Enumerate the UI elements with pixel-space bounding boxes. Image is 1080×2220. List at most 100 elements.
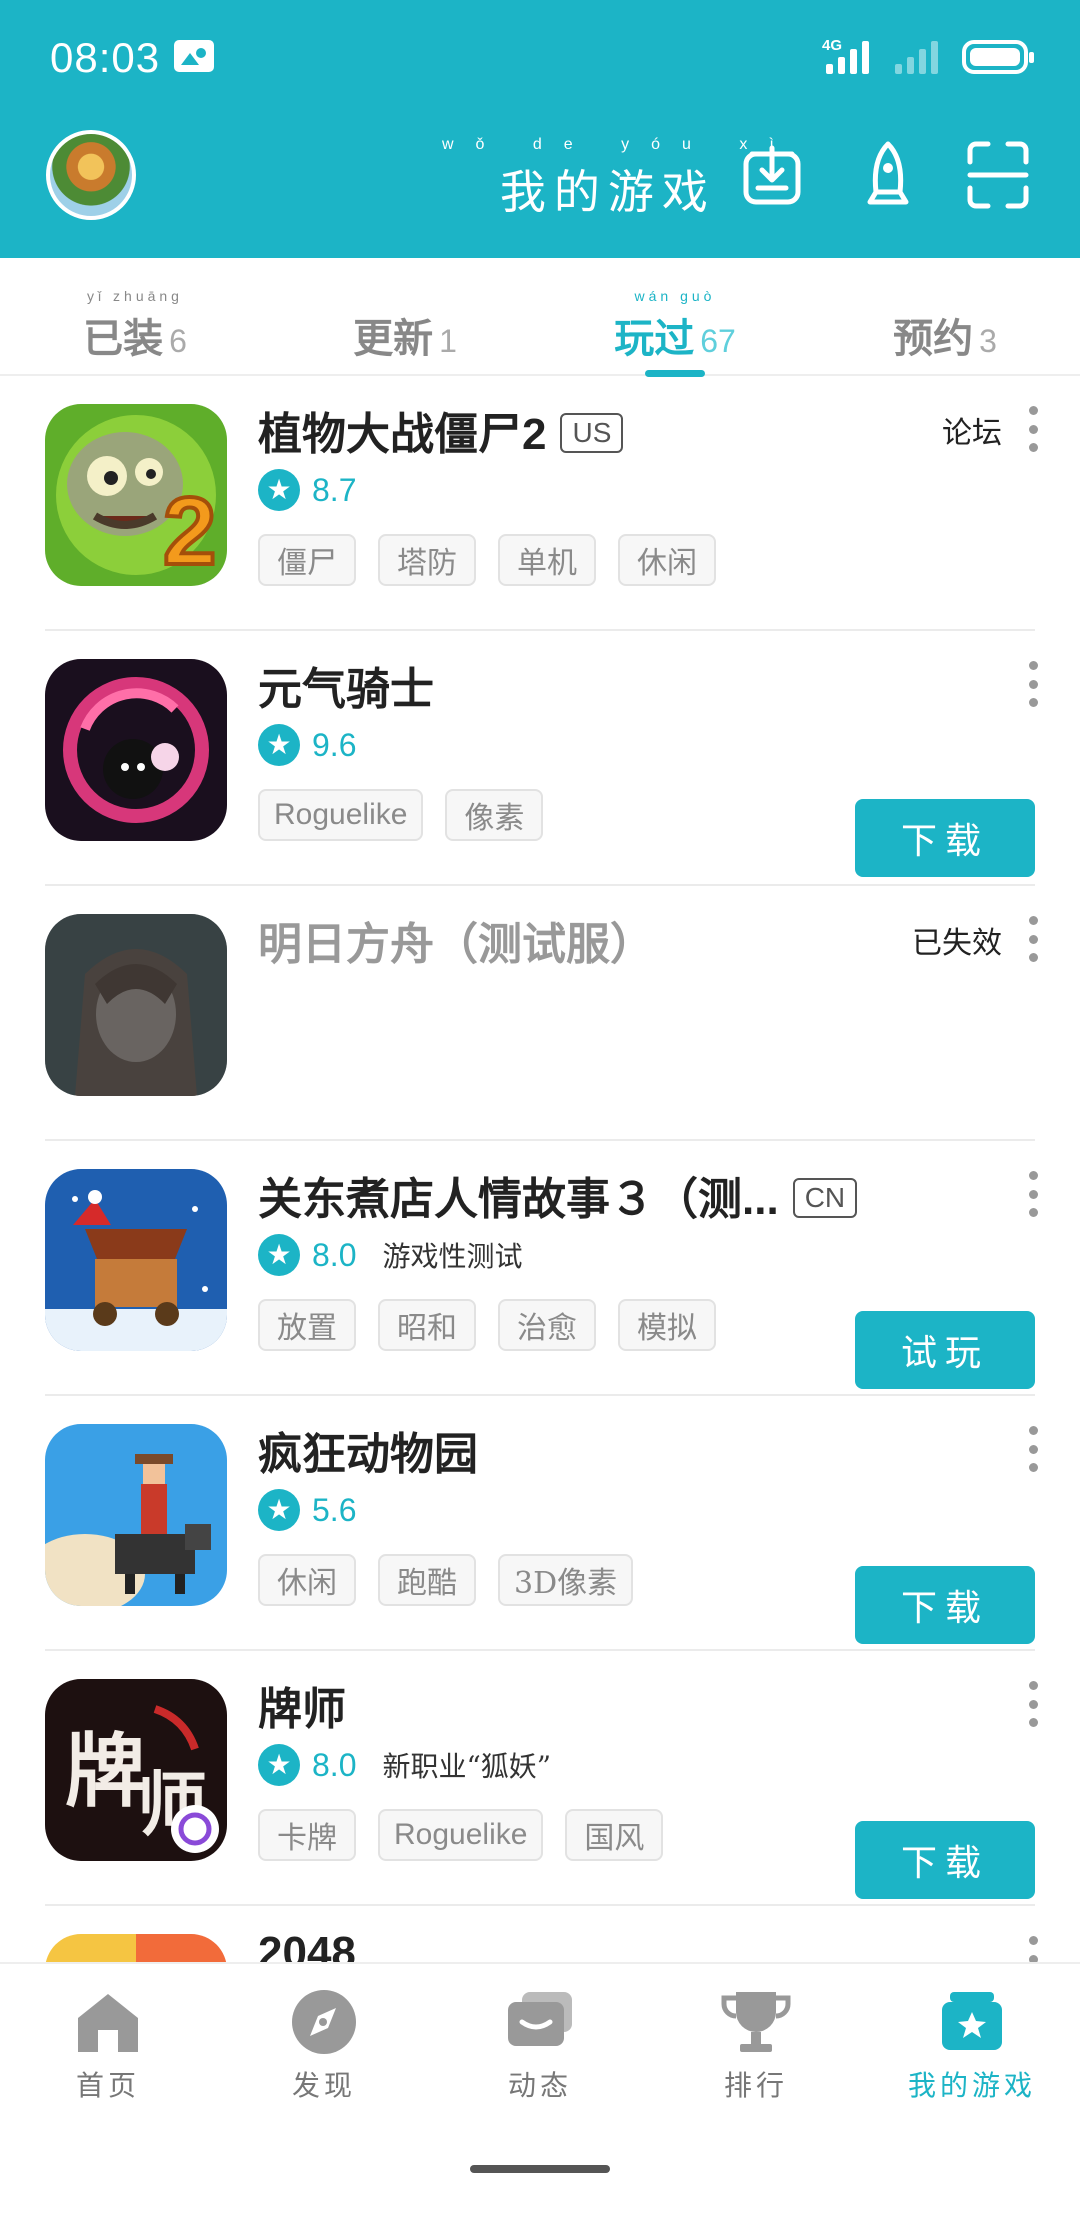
status-note: 游戏性测试 <box>382 1240 523 1273</box>
tag[interactable]: 3D像素 <box>498 1554 634 1606</box>
more-options-icon[interactable] <box>1028 1171 1038 1217</box>
expired-label: 已失效 <box>912 926 1002 961</box>
forum-link[interactable]: 论坛 <box>942 408 1002 452</box>
tab-updates[interactable]: 更新 1 <box>270 258 540 374</box>
compass-icon <box>292 1990 356 2054</box>
tag[interactable]: 僵尸 <box>258 534 356 586</box>
nav-ranking-label: 排行 <box>723 2069 788 2102</box>
download-button[interactable]: 下载 <box>855 1821 1035 1899</box>
app-name: 疯狂动物园 <box>258 1430 478 1479</box>
tag[interactable]: 治愈 <box>498 1299 596 1351</box>
screen: 08:03 4G wǒ de yóu xì 我的游戏 yǐ zhuāng 已装 … <box>0 0 1080 2220</box>
star-icon: ★ <box>258 1234 300 1276</box>
app-name: 2048 <box>258 1928 356 1962</box>
tab-played-count: 67 <box>700 323 736 359</box>
tab-reserved-label: 预约 <box>893 317 974 361</box>
avatar[interactable] <box>46 130 136 220</box>
app-name: 植物大战僵尸2 <box>258 410 547 459</box>
nav-feed[interactable]: 动态 <box>432 1988 648 2138</box>
nav-ranking[interactable]: 排行 <box>648 1988 864 2138</box>
list-item[interactable]: 元气骑士 ★ 9.6 Roguelike 像素 下载 <box>0 631 1080 886</box>
tag[interactable]: 放置 <box>258 1299 356 1351</box>
try-play-button[interactable]: 试玩 <box>855 1311 1035 1389</box>
tag-list: 休闲 跑酷 3D像素 <box>258 1554 634 1606</box>
rating-value: 9.6 <box>312 726 357 763</box>
list-item[interactable]: 牌 师 牌师 ★ 8.0 新职业“狐妖” 卡牌 Roguelike 国风 下载 <box>0 1651 1080 1906</box>
tag[interactable]: 卡牌 <box>258 1809 356 1861</box>
app-icon-arknights[interactable] <box>45 914 227 1096</box>
nav-discover-label: 发现 <box>291 2069 356 2102</box>
tab-installed[interactable]: yǐ zhuāng 已装 6 <box>0 258 270 374</box>
tab-reserved-count: 3 <box>979 323 997 359</box>
tag[interactable]: 休闲 <box>258 1554 356 1606</box>
home-indicator[interactable] <box>470 2165 610 2173</box>
tab-installed-label: 已装 <box>83 317 164 361</box>
tag[interactable]: Roguelike <box>258 789 424 841</box>
tab-played-pinyin: wán guò <box>634 288 716 304</box>
bottom-nav: 首页 发现 动态 排行 我的游戏 <box>0 1962 1080 2220</box>
tag-list: 放置 昭和 治愈 模拟 <box>258 1299 716 1351</box>
tag[interactable]: 像素 <box>445 789 544 841</box>
list-item[interactable]: 2048 <box>0 1906 1080 1962</box>
nav-home-label: 首页 <box>75 2069 140 2102</box>
status-note: 新职业“狐妖” <box>382 1750 552 1783</box>
rating: ★ 8.7 <box>258 468 356 512</box>
app-name: 牌师 <box>258 1685 346 1734</box>
more-options-icon[interactable] <box>1028 1681 1038 1727</box>
gallery-notification-icon <box>174 40 214 72</box>
more-options-icon[interactable] <box>1028 916 1038 962</box>
tag-list: 僵尸 塔防 单机 休闲 <box>258 534 716 586</box>
my-games-icon <box>942 1992 1002 2050</box>
tab-played-label: 玩过 <box>614 317 695 361</box>
nav-home[interactable]: 首页 <box>0 1988 216 2138</box>
app-icon-pvz2[interactable]: 2 <box>45 404 227 586</box>
tab-installed-pinyin: yǐ zhuāng <box>87 288 183 304</box>
tab-updates-count: 1 <box>439 323 457 359</box>
list-item[interactable]: 疯狂动物园 ★ 5.6 休闲 跑酷 3D像素 下载 <box>0 1396 1080 1651</box>
list-item[interactable]: 明日方舟（测试服） 已失效 <box>0 886 1080 1141</box>
rating-value: 5.6 <box>312 1491 357 1528</box>
tab-reserved[interactable]: 预约 3 <box>810 258 1080 374</box>
region-badge: US <box>560 413 624 454</box>
download-button[interactable]: 下载 <box>855 799 1035 877</box>
trophy-icon <box>721 1992 791 2052</box>
nav-my-games[interactable]: 我的游戏 <box>864 1988 1080 2138</box>
app-header: 08:03 4G wǒ de yóu xì 我的游戏 <box>0 0 1080 258</box>
list-item[interactable]: 关东煮店人情故事３（测... CN ★ 8.0 游戏性测试 放置 昭和 治愈 模拟… <box>0 1141 1080 1396</box>
rocket-icon[interactable] <box>856 140 920 210</box>
rating: ★ 8.0 游戏性测试 <box>258 1233 523 1277</box>
app-icon-soul-knight[interactable] <box>45 659 227 841</box>
nav-feed-label: 动态 <box>507 2069 572 2102</box>
more-options-icon[interactable] <box>1028 1426 1038 1472</box>
tag[interactable]: 塔防 <box>378 534 476 586</box>
download-manager-icon[interactable] <box>740 140 804 210</box>
tag[interactable]: 昭和 <box>378 1299 476 1351</box>
svg-text:2: 2 <box>163 478 216 585</box>
tag[interactable]: 模拟 <box>618 1299 716 1351</box>
tag[interactable]: 单机 <box>498 534 596 586</box>
list-item[interactable]: 2 植物大战僵尸2 US ★ 8.7 僵尸 塔防 单机 休闲 论坛 <box>0 376 1080 631</box>
signal-icon <box>826 40 869 74</box>
app-icon-crazy-zoo[interactable] <box>45 1424 227 1606</box>
more-options-icon[interactable] <box>1028 661 1038 707</box>
nav-discover[interactable]: 发现 <box>216 1988 432 2138</box>
app-icon-pai-shi[interactable]: 牌 师 <box>45 1679 227 1861</box>
tag[interactable]: 休闲 <box>618 534 716 586</box>
more-options-icon[interactable] <box>1028 1936 1038 1962</box>
more-options-icon[interactable] <box>1028 406 1038 452</box>
app-icon-2048[interactable] <box>45 1934 227 1962</box>
download-button[interactable]: 下载 <box>855 1566 1035 1644</box>
star-icon: ★ <box>258 1744 300 1786</box>
star-icon: ★ <box>258 1489 300 1531</box>
game-list[interactable]: 2 植物大战僵尸2 US ★ 8.7 僵尸 塔防 单机 休闲 论坛 元气骑士 ★… <box>0 376 1080 1962</box>
app-icon-oden-shop[interactable] <box>45 1169 227 1351</box>
tag[interactable]: Roguelike <box>378 1809 544 1861</box>
nav-my-games-label: 我的游戏 <box>907 2069 1036 2102</box>
tag[interactable]: 跑酷 <box>378 1554 476 1606</box>
scan-icon[interactable] <box>966 140 1030 210</box>
rating-value: 8.0 <box>312 1746 357 1783</box>
tab-played[interactable]: wán guò 玩过 67 <box>540 258 810 374</box>
star-icon: ★ <box>258 469 300 511</box>
tag[interactable]: 国风 <box>565 1809 664 1861</box>
home-icon <box>78 1994 138 2052</box>
